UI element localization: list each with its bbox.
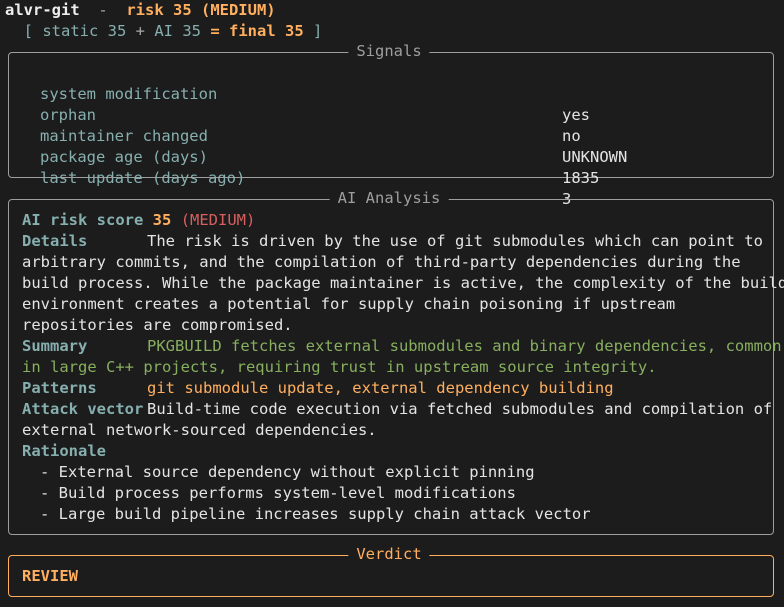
- signal-row: system modification yes: [40, 63, 590, 124]
- details-line: Details The risk is driven by the use of …: [22, 231, 763, 252]
- signal-value: UNKNOWN: [562, 148, 628, 166]
- rationale-item: - Large build pipeline increases supply …: [40, 505, 591, 523]
- verdict-panel: Verdict REVIEW: [8, 544, 774, 597]
- header-separator: -: [79, 1, 127, 19]
- static-score: static 35: [42, 22, 127, 40]
- ai-risk-score-value: 35: [152, 211, 172, 229]
- signal-value: 1835: [562, 169, 600, 187]
- signal-row: package age (days) 1835: [40, 126, 599, 187]
- verdict-value: REVIEW: [22, 567, 78, 585]
- details-line: arbitrary commits, and the compilation o…: [22, 253, 741, 271]
- final-score: = final 35: [201, 22, 304, 40]
- attack-vector-text: Build-time code execution via fetched su…: [147, 400, 773, 418]
- rationale-item: - External source dependency without exp…: [40, 463, 535, 481]
- signal-value: no: [562, 127, 581, 145]
- signals-title: Signals: [348, 41, 430, 62]
- details-text: The risk is driven by the use of git sub…: [147, 232, 763, 250]
- header-title-line: alvr-git - risk 35 (MEDIUM): [5, 0, 276, 21]
- rationale-label: Rationale: [22, 442, 106, 460]
- details-line: environment creates a potential for supp…: [22, 295, 676, 313]
- ai-analysis-panel: AI Analysis AI risk score 35 (MEDIUM) De…: [8, 188, 784, 535]
- summary-line: Summary PKGBUILD fetches external submodu…: [22, 336, 782, 357]
- header-risk: risk 35 (MEDIUM): [126, 1, 276, 19]
- summary-label: Summary: [22, 337, 88, 355]
- signal-row: maintainer changed UNKNOWN: [40, 105, 627, 166]
- details-line: build process. While the package maintai…: [22, 274, 784, 292]
- attack-vector-label: Attack vector: [22, 400, 144, 418]
- signal-row: orphan no: [40, 84, 581, 145]
- rationale-item: - Build process performs system-level mo…: [40, 484, 516, 502]
- summary-text: PKGBUILD fetches external submodules and…: [147, 337, 782, 355]
- signal-row: last update (days ago) 3: [40, 147, 571, 208]
- ai-analysis-title: AI Analysis: [329, 188, 449, 209]
- ai-risk-level: (MEDIUM): [180, 211, 256, 229]
- patterns-line: Patterns git submodule update, external d…: [22, 378, 614, 399]
- ai-risk-score-label: AI risk score: [22, 211, 144, 229]
- verdict-title: Verdict: [348, 544, 430, 565]
- attack-vector-line: Attack vector Build-time code execution v…: [22, 399, 772, 420]
- summary-line: in large C++ projects, requiring trust i…: [22, 358, 657, 376]
- signals-panel: Signals system modification yes orphan n…: [8, 41, 774, 208]
- ai-score: AI 35: [154, 22, 201, 40]
- attack-vector-line: external network-sourced dependencies.: [22, 421, 377, 439]
- package-name: alvr-git: [5, 1, 80, 19]
- details-label: Details: [22, 232, 88, 250]
- patterns-label: Patterns: [22, 379, 97, 397]
- patterns-text: git submodule update, external dependenc…: [147, 379, 614, 397]
- close-bracket: ]: [303, 22, 323, 40]
- signal-label: last update (days ago): [40, 169, 246, 187]
- signal-value: yes: [562, 106, 590, 124]
- ai-risk-score-line: AI risk score 35 (MEDIUM): [22, 210, 255, 231]
- details-line: repositories are compromised.: [22, 316, 293, 334]
- open-bracket: [: [5, 22, 43, 40]
- rationale-line: Rationale: [22, 441, 106, 462]
- header-score-breakdown: [ static 35 + AI 35 = final 35 ]: [5, 21, 323, 42]
- plus-sign: +: [126, 22, 155, 40]
